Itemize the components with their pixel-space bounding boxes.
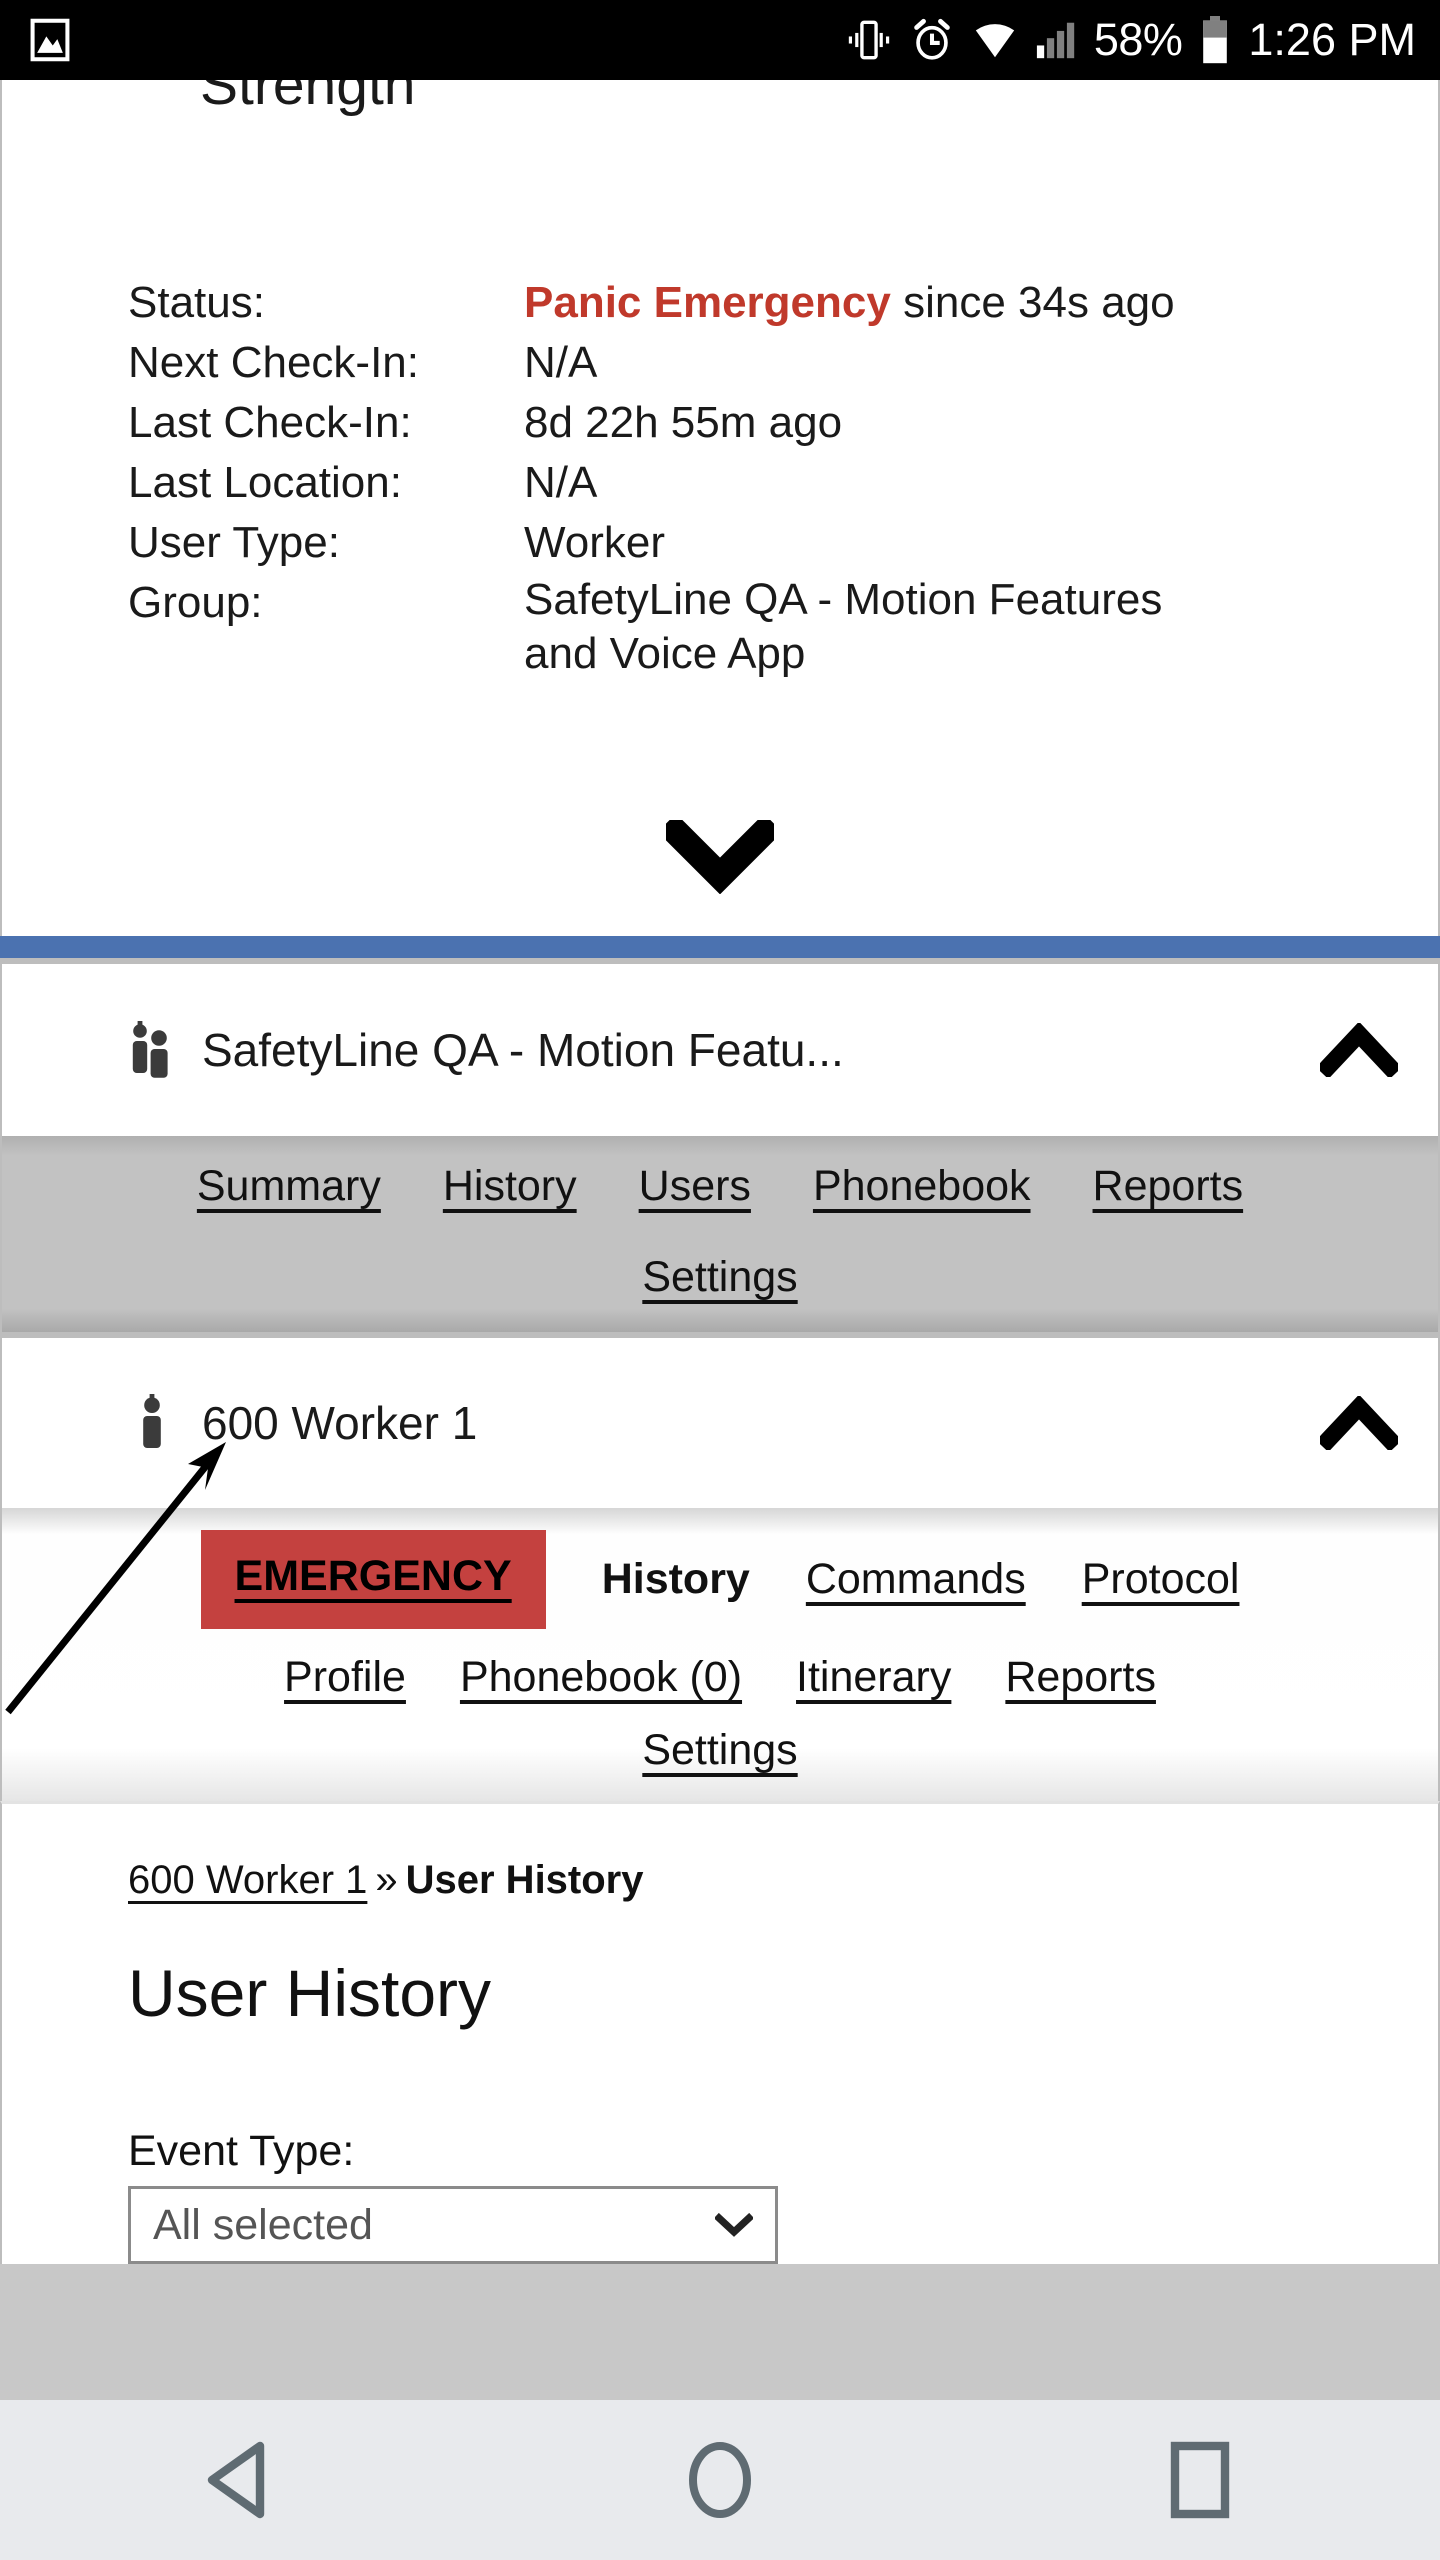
chevron-down-icon <box>715 2213 753 2237</box>
signal-icon <box>1036 20 1076 60</box>
status-since: since 34s ago <box>890 278 1175 327</box>
detail-row-next-checkin: Next Check-In: N/A <box>128 333 1224 393</box>
user-status-details: Status: Panic Emergency since 34s ago Ne… <box>128 273 1224 681</box>
user-tab-phonebook[interactable]: Phonebook (0) <box>460 1653 742 1702</box>
clock-label: 1:26 PM <box>1248 14 1416 65</box>
event-type-select[interactable]: All selected <box>128 2186 778 2264</box>
battery-icon <box>1200 16 1230 64</box>
detail-row-status: Status: Panic Emergency since 34s ago <box>128 273 1224 333</box>
group-accordion-header[interactable]: SafetyLine QA - Motion Featu... <box>0 964 1440 1136</box>
status-bar-left-icons <box>28 18 72 62</box>
detail-label: Last Check-In: <box>128 398 412 447</box>
user-tab-reports[interactable]: Reports <box>1005 1653 1156 1702</box>
nav-recents-button[interactable] <box>1100 2400 1300 2560</box>
user-history-panel: 600 Worker 1» User History User History E… <box>0 1801 1440 2264</box>
group-tab-row-1: Summary History Users Phonebook Reports <box>2 1162 1438 1211</box>
user-tab-emergency[interactable]: EMERGENCY <box>200 1530 546 1629</box>
detail-value: Panic Emergency since 34s ago <box>524 273 1175 333</box>
breadcrumb-separator: » <box>375 1858 398 1902</box>
page-content: Strength Status: Panic Emergency since 3… <box>0 80 1440 2400</box>
user-tab-emergency-label: EMERGENCY <box>234 1552 512 1600</box>
detail-value: 8d 22h 55m ago <box>524 398 843 447</box>
user-tab-history[interactable]: History <box>602 1555 750 1604</box>
detail-label: Last Location: <box>128 458 402 507</box>
phone-screen: 58% 1:26 PM Strength Status: Panic Emerg… <box>0 0 1440 2560</box>
chevron-up-icon[interactable] <box>1320 1396 1398 1450</box>
person-icon <box>124 1394 180 1452</box>
back-triangle-icon <box>202 2438 278 2522</box>
breadcrumb-current: User History <box>405 1858 644 1902</box>
group-tab-summary[interactable]: Summary <box>197 1162 381 1211</box>
nav-home-button[interactable] <box>620 2400 820 2560</box>
detail-row-group: Group: SafetyLine QA - Motion Features a… <box>128 573 1224 681</box>
wifi-icon <box>972 20 1018 60</box>
detail-row-last-location: Last Location: N/A <box>128 453 1224 513</box>
blue-divider <box>0 936 1440 958</box>
user-tab-commands[interactable]: Commands <box>806 1555 1026 1604</box>
user-tab-profile[interactable]: Profile <box>284 1653 406 1702</box>
home-circle-icon <box>681 2439 759 2521</box>
group-tab-row-2: Settings <box>2 1253 1438 1302</box>
user-tab-row-2: Profile Phonebook (0) Itinerary Reports <box>2 1653 1438 1702</box>
panel-expand-button[interactable] <box>2 820 1438 894</box>
group-tab-reports[interactable]: Reports <box>1093 1162 1244 1211</box>
status-bar-right-icons: 58% 1:26 PM <box>846 14 1416 66</box>
android-navigation-bar <box>0 2400 1440 2560</box>
group-tab-history[interactable]: History <box>443 1162 577 1211</box>
group-tab-bar: Summary History Users Phonebook Reports … <box>0 1136 1440 1332</box>
group-people-icon <box>124 1021 180 1079</box>
panel-heading-clipped: Strength <box>200 80 416 117</box>
user-accordion-header[interactable]: 600 Worker 1 <box>0 1338 1440 1508</box>
detail-label: Status: <box>128 278 265 327</box>
battery-percent-label: 58% <box>1093 14 1183 65</box>
event-type-value: All selected <box>153 2200 373 2249</box>
user-tab-bar: EMERGENCY History Commands Protocol Prof… <box>0 1442 1440 1801</box>
detail-value: N/A <box>524 338 598 387</box>
detail-row-last-checkin: Last Check-In: 8d 22h 55m ago <box>128 393 1224 453</box>
user-title: 600 Worker 1 <box>202 1397 478 1449</box>
status-badge: Panic Emergency <box>524 278 891 327</box>
photo-icon <box>28 18 72 62</box>
group-tab-settings[interactable]: Settings <box>642 1253 797 1302</box>
detail-label: Next Check-In: <box>128 338 419 387</box>
detail-value: SafetyLine QA - Motion Features and Voic… <box>524 575 1163 678</box>
breadcrumb-link-user[interactable]: 600 Worker 1 <box>128 1858 367 1902</box>
detail-row-user-type: User Type: Worker <box>128 513 1224 573</box>
group-tab-users[interactable]: Users <box>639 1162 751 1211</box>
user-tab-row-3: Settings <box>2 1726 1438 1775</box>
detail-value: Worker <box>524 518 665 567</box>
user-status-panel: Strength Status: Panic Emergency since 3… <box>0 80 1440 936</box>
detail-value: N/A <box>524 458 598 507</box>
user-tab-row-1: EMERGENCY History Commands Protocol <box>2 1530 1438 1629</box>
group-title: SafetyLine QA - Motion Featu... <box>202 1024 844 1076</box>
recents-square-icon <box>1167 2440 1233 2520</box>
event-type-label: Event Type: <box>128 2127 355 2175</box>
page-title: User History <box>128 1956 492 2030</box>
group-tab-phonebook[interactable]: Phonebook <box>813 1162 1031 1211</box>
alarm-icon <box>910 18 954 62</box>
user-tab-settings[interactable]: Settings <box>642 1726 797 1775</box>
chevron-up-icon[interactable] <box>1320 1023 1398 1077</box>
breadcrumb: 600 Worker 1» User History <box>128 1858 1438 1903</box>
user-tab-itinerary[interactable]: Itinerary <box>796 1653 951 1702</box>
detail-label: Group: <box>128 578 263 627</box>
chevron-down-icon <box>666 820 774 894</box>
detail-label: User Type: <box>128 518 340 567</box>
status-bar: 58% 1:26 PM <box>0 0 1440 80</box>
vibrate-icon <box>846 18 892 62</box>
nav-back-button[interactable] <box>140 2400 340 2560</box>
user-tab-protocol[interactable]: Protocol <box>1082 1555 1240 1604</box>
